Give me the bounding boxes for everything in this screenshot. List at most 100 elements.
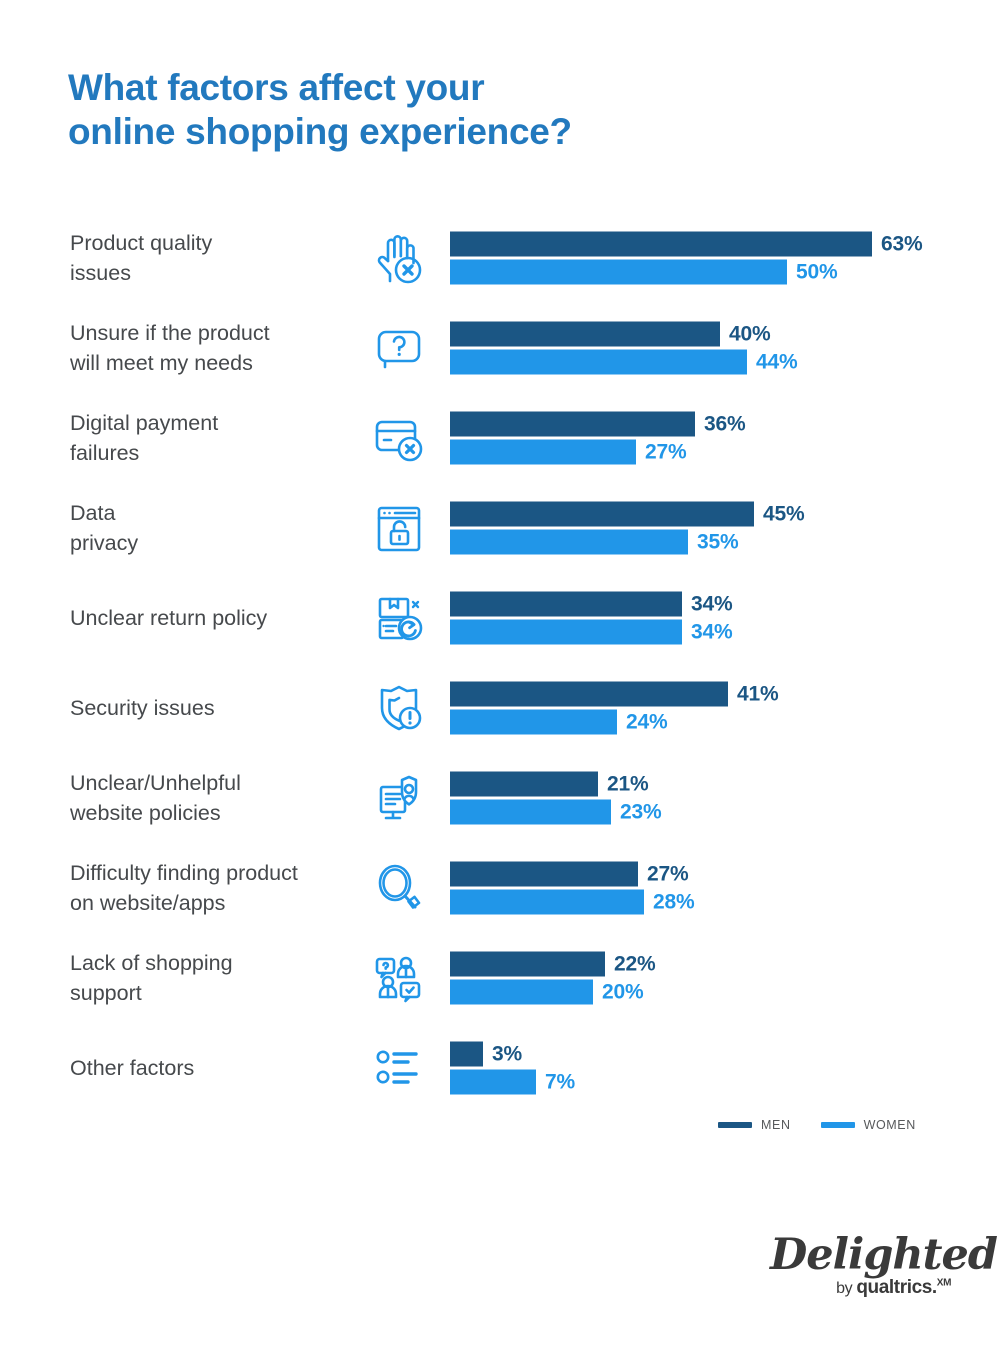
chart-row-label: Unclear return policy	[70, 603, 360, 633]
bar-fill-men	[450, 411, 695, 437]
chart-row-label-line: Unclear return policy	[70, 606, 268, 630]
bar-fill-men	[450, 681, 728, 707]
chart-row-label: Unclear/Unhelpful website policies	[70, 768, 360, 828]
bar-value-men: 22%	[614, 952, 656, 975]
bar-fill-women	[450, 619, 682, 645]
legend-label-men: MEN	[761, 1118, 791, 1132]
infographic-page: What factors affect your online shopping…	[0, 0, 1001, 1351]
chart-row-bars: 45% 35%	[450, 501, 990, 555]
bar-men: 45%	[450, 501, 990, 527]
bar-fill-men	[450, 1041, 483, 1067]
chart-row-label-line: Product quality	[70, 231, 213, 255]
chart-row-label-line: privacy	[70, 531, 139, 555]
chart-row-label: Data privacy	[70, 498, 360, 558]
bar-value-men: 40%	[729, 322, 771, 345]
bar-value-women: 50%	[796, 260, 838, 283]
shield-alert-icon	[363, 672, 435, 744]
question-bubble-icon	[363, 312, 435, 384]
chart-row-label-line: support	[70, 981, 142, 1005]
chart-row: Unclear/Unhelpful website policies 21% 23%	[0, 753, 1001, 843]
logo-byline-brand: qualtrics.	[856, 1277, 937, 1298]
bar-women: 44%	[450, 349, 990, 375]
chart-row-label: Lack of shopping support	[70, 948, 360, 1008]
chart-row-bars: 34% 34%	[450, 591, 990, 645]
chart-row-bars: 3% 7%	[450, 1041, 990, 1095]
bar-value-men: 27%	[647, 862, 689, 885]
hand-stop-error-icon	[363, 222, 435, 294]
logo-wordmark: Delighted	[770, 1230, 998, 1280]
bar-fill-women	[450, 259, 787, 285]
chart-row-label-line: website policies	[70, 801, 221, 825]
chart-row-bars: 63% 50%	[450, 231, 990, 285]
bar-value-women: 24%	[626, 710, 668, 733]
chart-row-label-line: Other factors	[70, 1056, 195, 1080]
bar-chart: Product quality issues 63% 50% Unsure if the…	[0, 213, 1001, 1113]
bar-fill-women	[450, 709, 617, 735]
logo-byline: by qualtrics.XM	[770, 1277, 955, 1299]
chart-row: Difficulty finding product on website/app…	[0, 843, 1001, 933]
bar-women: 28%	[450, 889, 990, 915]
bar-value-women: 27%	[645, 440, 687, 463]
bar-women: 27%	[450, 439, 990, 465]
bar-fill-men	[450, 231, 872, 257]
chart-row-label-line: Lack of shopping	[70, 951, 233, 975]
legend-swatch-women-icon	[820, 1122, 855, 1128]
page-title-line-2: online shopping experience?	[68, 111, 572, 152]
chart-row: Other factors 3% 7%	[0, 1023, 1001, 1113]
bar-fill-men	[450, 951, 605, 977]
bar-men: 36%	[450, 411, 990, 437]
bar-women: 20%	[450, 979, 990, 1005]
bar-value-women: 34%	[691, 620, 733, 643]
chart-row: Product quality issues 63% 50%	[0, 213, 1001, 303]
delighted-logo: Delighted by qualtrics.XM	[770, 1230, 998, 1299]
chart-row-label: Product quality issues	[70, 228, 360, 288]
legend-item-men: MEN	[718, 1118, 791, 1132]
bar-value-men: 34%	[691, 592, 733, 615]
chart-row-bars: 41% 24%	[450, 681, 990, 735]
chart-row-label: Difficulty finding product on website/app…	[70, 858, 360, 918]
bar-men: 63%	[450, 231, 990, 257]
bar-fill-men	[450, 861, 638, 887]
chart-row: Data privacy 45% 35%	[0, 483, 1001, 573]
bullet-list-icon	[363, 1032, 435, 1104]
chart-row-bars: 27% 28%	[450, 861, 990, 915]
chart-row: Lack of shopping support 22% 20%	[0, 933, 1001, 1023]
chart-row-label-line: Security issues	[70, 696, 215, 720]
bar-women: 35%	[450, 529, 990, 555]
bar-fill-women	[450, 349, 747, 375]
chart-row-label: Digital payment failures	[70, 408, 360, 468]
bar-value-men: 63%	[881, 232, 923, 255]
chart-row-label-line: issues	[70, 261, 131, 285]
chart-row-label-line: failures	[70, 441, 140, 465]
chart-row-label-line: will meet my needs	[70, 351, 253, 375]
page-title: What factors affect your online shopping…	[68, 66, 768, 154]
chart-row-label-line: Unsure if the product	[70, 321, 270, 345]
chart-row-bars: 36% 27%	[450, 411, 990, 465]
bar-value-women: 44%	[756, 350, 798, 373]
support-agents-icon	[363, 942, 435, 1014]
bar-value-men: 41%	[737, 682, 779, 705]
monitor-policy-icon	[363, 762, 435, 834]
magnifier-search-icon	[363, 852, 435, 924]
browser-unlock-icon	[363, 492, 435, 564]
chart-row-label: Other factors	[70, 1053, 360, 1083]
bar-fill-women	[450, 799, 611, 825]
chart-row: Security issues 41% 24%	[0, 663, 1001, 753]
legend-label-women: WOMEN	[863, 1118, 916, 1132]
bar-men: 41%	[450, 681, 990, 707]
chart-row-bars: 22% 20%	[450, 951, 990, 1005]
bar-fill-men	[450, 501, 754, 527]
logo-byline-by: by	[836, 1280, 857, 1297]
chart-row: Unclear return policy 34% 34%	[0, 573, 1001, 663]
bar-value-men: 21%	[607, 772, 649, 795]
bar-value-women: 35%	[697, 530, 739, 553]
page-title-line-1: What factors affect your	[68, 67, 485, 108]
chart-row-bars: 40% 44%	[450, 321, 990, 375]
bar-men: 3%	[450, 1041, 990, 1067]
bar-men: 40%	[450, 321, 990, 347]
bar-women: 24%	[450, 709, 990, 735]
bar-value-men: 36%	[704, 412, 746, 435]
bar-fill-women	[450, 1069, 536, 1095]
bar-fill-women	[450, 979, 593, 1005]
bar-women: 34%	[450, 619, 990, 645]
